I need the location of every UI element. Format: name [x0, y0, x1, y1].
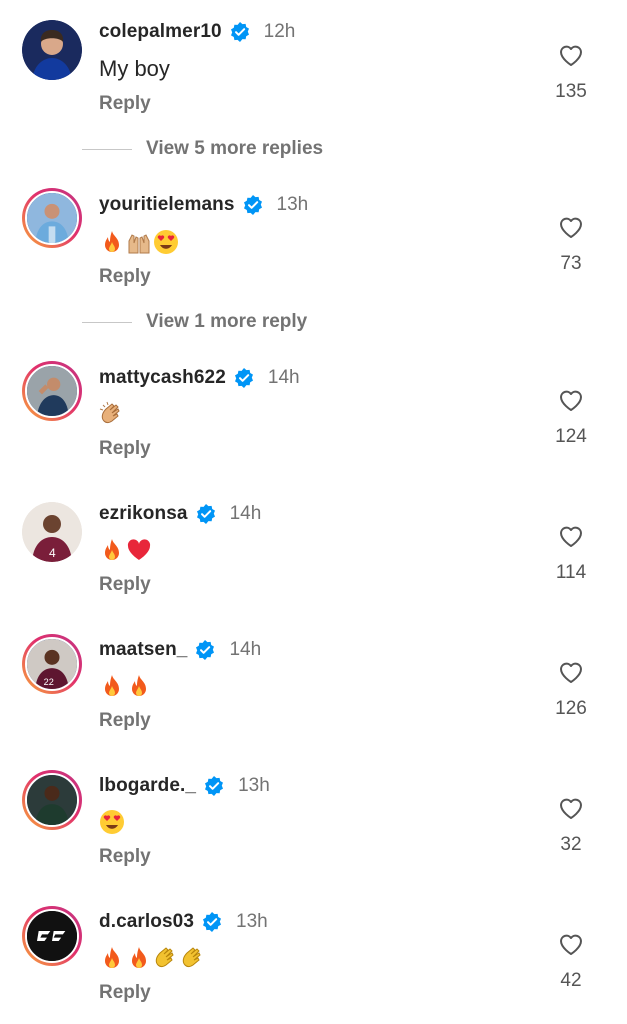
- timestamp: 14h: [267, 367, 300, 388]
- like-count: 135: [555, 81, 587, 102]
- like-area: 32: [541, 796, 601, 856]
- username[interactable]: youritielemans: [99, 194, 235, 216]
- verified-badge-icon: [202, 912, 222, 932]
- heart-icon[interactable]: [558, 388, 584, 412]
- comment-emojis: [99, 672, 152, 700]
- clapping-hands-emoji-icon: [99, 401, 120, 423]
- username[interactable]: lbogarde._: [99, 775, 196, 797]
- clapping-hands-emoji-icon: [155, 947, 174, 967]
- view-more-replies-button[interactable]: View 1 more reply: [82, 311, 307, 333]
- timestamp: 13h: [238, 775, 270, 796]
- comment-header: mattycash622 14h: [99, 365, 300, 391]
- like-area: 114: [541, 524, 601, 584]
- verified-badge-icon: [196, 504, 216, 524]
- heart-icon[interactable]: [558, 932, 584, 956]
- like-area: 73: [541, 215, 601, 275]
- avatar[interactable]: [22, 906, 82, 966]
- reply-button[interactable]: Reply: [99, 846, 151, 868]
- like-area: 42: [541, 932, 601, 992]
- avatar[interactable]: [22, 20, 82, 80]
- timestamp: 14h: [229, 503, 262, 524]
- comment-header: youritielemans 13h: [99, 192, 308, 218]
- comment-header: d.carlos03 13h: [99, 909, 268, 935]
- view-more-label: View 1 more reply: [146, 311, 308, 332]
- comment-emojis: [99, 944, 206, 972]
- reply-button[interactable]: Reply: [99, 266, 151, 288]
- verified-badge-icon: [204, 776, 224, 796]
- avatar[interactable]: [22, 188, 82, 248]
- reply-button[interactable]: Reply: [99, 710, 151, 732]
- heart-icon[interactable]: [558, 43, 584, 67]
- username[interactable]: colepalmer10: [99, 21, 222, 43]
- heart-icon[interactable]: [558, 796, 584, 820]
- verified-badge-icon: [234, 368, 254, 388]
- reply-button[interactable]: Reply: [99, 574, 151, 596]
- avatar[interactable]: [22, 770, 82, 830]
- verified-badge-icon: [230, 22, 250, 42]
- avatar[interactable]: 4: [22, 502, 82, 562]
- comment-emojis: [99, 808, 125, 836]
- raised-hands-emoji-icon: [128, 234, 150, 254]
- username[interactable]: ezrikonsa: [99, 503, 188, 525]
- fire-emoji-icon: [105, 947, 119, 968]
- clapping-hands-emoji-icon: [182, 947, 201, 967]
- comment-emojis: [99, 400, 125, 428]
- like-area: 126: [541, 660, 601, 720]
- fire-emoji-icon: [132, 947, 146, 968]
- like-count: 124: [555, 426, 587, 447]
- like-area: 135: [541, 43, 601, 103]
- username[interactable]: maatsen_: [99, 639, 187, 661]
- avatar[interactable]: 22: [22, 634, 82, 694]
- comment-emojis: [99, 228, 179, 256]
- comment-header: ezrikonsa 14h: [99, 501, 261, 527]
- reply-button[interactable]: Reply: [99, 982, 151, 1004]
- like-count: 32: [560, 834, 582, 855]
- svg-text:4: 4: [49, 546, 56, 560]
- like-area: 124: [541, 388, 601, 448]
- divider-line: [82, 321, 132, 323]
- divider-line: [82, 148, 132, 150]
- avatar[interactable]: [22, 361, 82, 421]
- heart-eyes-emoji-icon: [100, 810, 124, 834]
- fire-emoji-icon: [132, 675, 146, 696]
- timestamp: 14h: [229, 639, 262, 660]
- fire-emoji-icon: [105, 675, 119, 696]
- view-more-replies-button[interactable]: View 5 more replies: [82, 138, 323, 160]
- username[interactable]: mattycash622: [99, 367, 226, 389]
- comment-header: lbogarde._ 13h: [99, 773, 270, 799]
- red-heart-emoji-icon: [127, 539, 151, 560]
- dc-logo-icon: [27, 911, 77, 961]
- timestamp: 13h: [276, 194, 309, 215]
- comment-header: maatsen_ 14h: [99, 637, 261, 663]
- reply-button[interactable]: Reply: [99, 438, 151, 460]
- fire-emoji-icon: [105, 231, 119, 252]
- heart-icon[interactable]: [558, 524, 584, 548]
- username[interactable]: d.carlos03: [99, 911, 194, 933]
- fire-emoji-icon: [105, 539, 119, 560]
- heart-eyes-emoji-icon: [154, 230, 178, 254]
- reply-button[interactable]: Reply: [99, 93, 151, 115]
- heart-icon[interactable]: [558, 660, 584, 684]
- like-count: 114: [555, 562, 587, 583]
- verified-badge-icon: [243, 195, 263, 215]
- comment-text: My boy: [99, 56, 170, 81]
- comment-header: colepalmer10 12h: [99, 19, 295, 45]
- like-count: 126: [555, 698, 587, 719]
- like-count: 73: [560, 253, 582, 274]
- verified-badge-icon: [195, 640, 215, 660]
- view-more-label: View 5 more replies: [146, 138, 324, 159]
- comment-emojis: [99, 536, 152, 564]
- timestamp: 12h: [263, 21, 296, 42]
- svg-text:22: 22: [44, 677, 54, 687]
- heart-icon[interactable]: [558, 215, 584, 239]
- timestamp: 13h: [236, 911, 268, 932]
- like-count: 42: [560, 970, 582, 991]
